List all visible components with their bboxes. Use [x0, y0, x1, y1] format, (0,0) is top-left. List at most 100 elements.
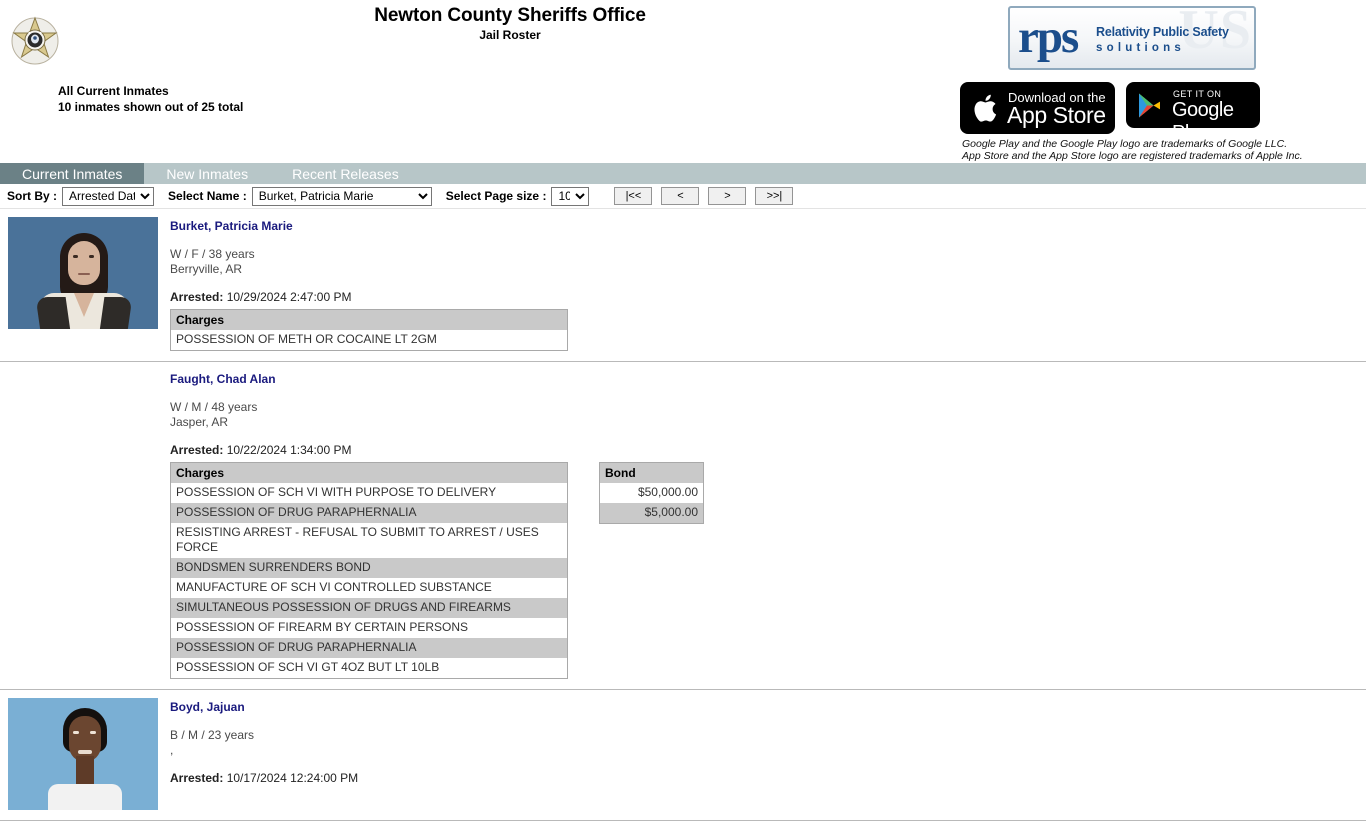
- title-block: Newton County Sheriffs Office Jail Roste…: [0, 4, 1020, 43]
- arrested-label: Arrested:: [170, 771, 224, 785]
- charges-table-body: POSSESSION OF METH OR COCAINE LT 2GM: [170, 330, 568, 351]
- arrested-label: Arrested:: [170, 443, 224, 457]
- charge-cell: BONDSMEN SURRENDERS BOND: [170, 558, 568, 578]
- charge-cell: RESISTING ARREST - REFUSAL TO SUBMIT TO …: [170, 523, 568, 558]
- table-row: SIMULTANEOUS POSSESSION OF DRUGS AND FIR…: [170, 598, 568, 618]
- table-row: POSSESSION OF DRUG PARAPHERNALIA: [170, 503, 568, 523]
- google-play-badge-large-text: Google Play: [1172, 99, 1234, 128]
- inmate-mugshot: [8, 698, 158, 810]
- inmate-mugshot: [8, 217, 158, 329]
- table-row: POSSESSION OF DRUG PARAPHERNALIA: [170, 638, 568, 658]
- tab-new-inmates[interactable]: New Inmates: [144, 163, 270, 184]
- inmate-photo-column: [0, 217, 170, 351]
- previous-page-button[interactable]: <: [661, 187, 700, 205]
- trademark-line-apple: App Store and the App Store logo are reg…: [962, 149, 1303, 162]
- roster-controls: Sort By : Arrested Date Select Name : Bu…: [0, 184, 1366, 209]
- inmate-demographics: W / F / 38 years: [170, 247, 255, 261]
- arrested-label: Arrested:: [170, 290, 224, 304]
- charge-cell: POSSESSION OF METH OR COCAINE LT 2GM: [170, 330, 568, 351]
- app-store-badge[interactable]: Download on the App Store: [960, 82, 1115, 134]
- charges-table: Charges POSSESSION OF SCH VI WITH PURPOS…: [170, 462, 568, 679]
- roster-count-label: 10 inmates shown out of 25 total: [58, 99, 244, 114]
- inmate-arrested-line: Arrested: 10/22/2024 1:34:00 PM: [170, 443, 1366, 457]
- select-name-select[interactable]: Burket, Patricia Marie: [251, 186, 432, 206]
- charge-cell: POSSESSION OF FIREARM BY CERTAIN PERSONS: [170, 618, 568, 638]
- table-row: RESISTING ARREST - REFUSAL TO SUBMIT TO …: [170, 523, 568, 558]
- table-row: POSSESSION OF SCH VI GT 4OZ BUT LT 10LB: [170, 658, 568, 679]
- page-title: Newton County Sheriffs Office: [374, 5, 646, 26]
- select-name-label: Select Name :: [168, 189, 247, 203]
- inmate-arrested-line: Arrested: 10/29/2024 2:47:00 PM: [170, 290, 1366, 304]
- bond-cell: $5,000.00: [599, 503, 704, 524]
- inmate-location: Berryville, AR: [170, 261, 243, 276]
- inmate-tables-row: Charges POSSESSION OF METH OR COCAINE LT…: [170, 309, 1366, 351]
- inmate-record: Boyd, Jajuan B / M / 23 years , Arrested…: [0, 690, 1366, 821]
- inmate-location: ,: [170, 742, 174, 757]
- inmate-name-link[interactable]: Faught, Chad Alan: [170, 372, 1366, 386]
- roster-summary: All Current Inmates 10 inmates shown out…: [58, 84, 243, 115]
- rps-tagline-secondary: solutions: [1096, 42, 1185, 54]
- apple-logo-icon: [972, 91, 1000, 125]
- table-row: POSSESSION OF SCH VI WITH PURPOSE TO DEL…: [170, 483, 568, 503]
- charge-cell: POSSESSION OF DRUG PARAPHERNALIA: [170, 638, 568, 658]
- rps-logo: US rps Relativity Public Safety solution…: [1008, 6, 1256, 70]
- arrested-value: 10/29/2024 2:47:00 PM: [226, 290, 352, 304]
- inmate-name-link[interactable]: Boyd, Jajuan: [170, 700, 1366, 714]
- google-play-badge-small-text: GET IT ON: [1173, 89, 1222, 99]
- next-page-button[interactable]: >: [708, 187, 747, 205]
- bond-table-body: $50,000.00 $5,000.00: [599, 483, 704, 524]
- page-size-label: Select Page size :: [445, 189, 547, 203]
- bond-cell: $50,000.00: [599, 483, 704, 503]
- last-page-button[interactable]: >>|: [755, 187, 794, 205]
- inmate-name-link[interactable]: Burket, Patricia Marie: [170, 219, 1366, 233]
- table-row: POSSESSION OF METH OR COCAINE LT 2GM: [170, 330, 568, 351]
- charges-header: Charges: [170, 309, 568, 330]
- inmate-location: Jasper, AR: [170, 414, 229, 429]
- roster-scope-label: All Current Inmates: [58, 84, 169, 98]
- app-store-badge-large-text: App Store: [1007, 102, 1106, 128]
- table-row: MANUFACTURE OF SCH VI CONTROLLED SUBSTAN…: [170, 578, 568, 598]
- tab-current-inmates[interactable]: Current Inmates: [0, 163, 145, 184]
- google-play-logo-icon: [1137, 92, 1163, 119]
- first-page-button[interactable]: |<<: [614, 187, 653, 205]
- charges-table-body: POSSESSION OF SCH VI WITH PURPOSE TO DEL…: [170, 483, 568, 679]
- inmate-photo-column: [0, 370, 170, 679]
- page-size-select[interactable]: 10: [551, 186, 590, 206]
- inmate-demographics: B / M / 23 years: [170, 728, 255, 742]
- trademark-line-google: Google Play and the Google Play logo are…: [962, 138, 1288, 150]
- charge-cell: POSSESSION OF DRUG PARAPHERNALIA: [170, 503, 568, 523]
- arrested-value: 10/22/2024 1:34:00 PM: [226, 443, 352, 457]
- charge-cell: MANUFACTURE OF SCH VI CONTROLLED SUBSTAN…: [170, 578, 568, 598]
- inmate-demographics: W / M / 48 years: [170, 400, 258, 414]
- inmate-photo-column: [0, 698, 170, 810]
- google-play-badge[interactable]: GET IT ON Google Play: [1126, 82, 1260, 128]
- inmate-info-column: Burket, Patricia Marie W / F / 38 years …: [170, 217, 1366, 351]
- tab-bar: Current Inmates New Inmates Recent Relea…: [0, 163, 1366, 184]
- table-row: POSSESSION OF FIREARM BY CERTAIN PERSONS: [170, 618, 568, 638]
- bond-table: Bond $50,000.00 $5,000.00: [599, 462, 704, 524]
- sort-by-select[interactable]: Arrested Date: [62, 186, 155, 206]
- inmate-tables-row: Charges POSSESSION OF SCH VI WITH PURPOS…: [170, 462, 1366, 679]
- inmate-info-column: Boyd, Jajuan B / M / 23 years , Arrested…: [170, 698, 1366, 810]
- charge-cell: SIMULTANEOUS POSSESSION OF DRUGS AND FIR…: [170, 598, 568, 618]
- rps-tagline-primary: Relativity Public Safety: [1096, 25, 1229, 39]
- bond-header: Bond: [599, 462, 704, 483]
- charges-table: Charges POSSESSION OF METH OR COCAINE LT…: [170, 309, 568, 351]
- inmate-record: Burket, Patricia Marie W / F / 38 years …: [0, 209, 1366, 362]
- table-row: $5,000.00: [599, 503, 704, 524]
- page-subtitle: Jail Roster: [479, 28, 541, 42]
- page-header: Newton County Sheriffs Office Jail Roste…: [0, 0, 1366, 163]
- rps-wordmark: rps: [1018, 11, 1079, 63]
- charges-header: Charges: [170, 462, 568, 483]
- inmate-info-column: Faught, Chad Alan W / M / 48 years Jaspe…: [170, 370, 1366, 679]
- charge-cell: POSSESSION OF SCH VI WITH PURPOSE TO DEL…: [170, 483, 568, 503]
- trademark-notice: Google Play and the Google Play logo are…: [962, 138, 1303, 162]
- charge-cell: POSSESSION OF SCH VI GT 4OZ BUT LT 10LB: [170, 658, 568, 679]
- inmate-roster-list: Burket, Patricia Marie W / F / 38 years …: [0, 209, 1366, 821]
- inmate-record: Faught, Chad Alan W / M / 48 years Jaspe…: [0, 362, 1366, 690]
- inmate-arrested-line: Arrested: 10/17/2024 12:24:00 PM: [170, 771, 1366, 785]
- arrested-value: 10/17/2024 12:24:00 PM: [226, 771, 359, 785]
- tab-recent-releases[interactable]: Recent Releases: [270, 163, 421, 184]
- pagination-controls: |<< < > >>|: [614, 187, 794, 205]
- table-row: $50,000.00: [599, 483, 704, 503]
